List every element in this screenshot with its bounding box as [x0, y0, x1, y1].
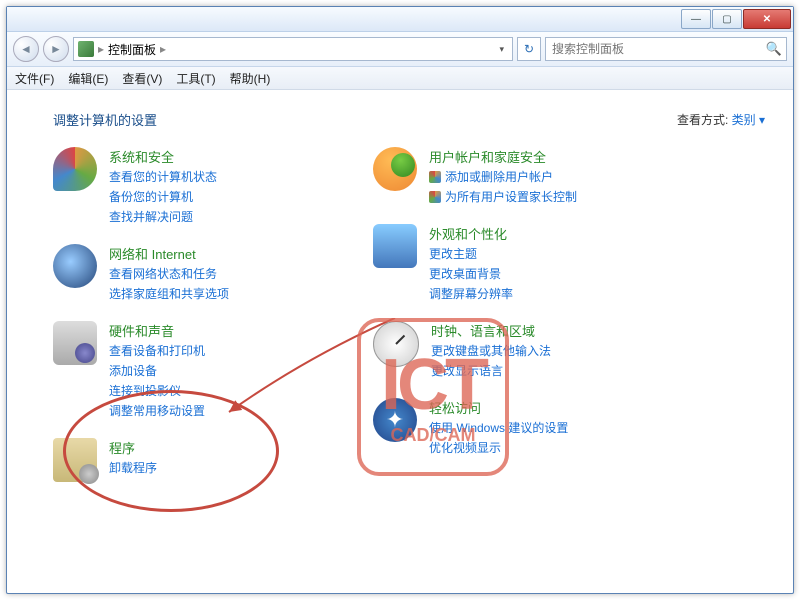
category-title-appearance[interactable]: 外观和个性化 [429, 224, 513, 243]
printer-icon [53, 321, 97, 365]
menu-edit[interactable]: 编辑(E) [68, 70, 108, 87]
category-hardware-sound: 硬件和声音 查看设备和打印机 添加设备 连接到投影仪 调整常用移动设置 [53, 321, 343, 420]
link-devices-printers[interactable]: 查看设备和打印机 [109, 342, 205, 360]
breadcrumb-sep-icon: ▸ [160, 42, 166, 56]
content-area: 调整计算机的设置 查看方式: 类别 ▾ 系统和安全 查看您的计算机状态 备份您的… [7, 90, 793, 593]
link-network-status[interactable]: 查看网络状态和任务 [109, 265, 229, 283]
viewmode-dropdown[interactable]: 类别 ▾ [732, 113, 765, 127]
close-button[interactable]: ✕ [743, 9, 791, 29]
back-button[interactable]: ◄ [13, 36, 39, 62]
refresh-button[interactable]: ↻ [517, 37, 541, 61]
menu-bar: 文件(F) 编辑(E) 查看(V) 工具(T) 帮助(H) [7, 67, 793, 90]
link-screen-resolution[interactable]: 调整屏幕分辨率 [429, 285, 513, 303]
link-parental-controls[interactable]: 为所有用户设置家长控制 [445, 188, 577, 206]
link-homegroup-sharing[interactable]: 选择家庭组和共享选项 [109, 285, 229, 303]
view-mode: 查看方式: 类别 ▾ [677, 111, 765, 128]
category-title-network[interactable]: 网络和 Internet [109, 244, 229, 263]
category-title-ease-of-access[interactable]: 轻松访问 [429, 398, 568, 417]
link-change-background[interactable]: 更改桌面背景 [429, 265, 513, 283]
control-panel-window: — ▢ ✕ ◄ ► ▸ 控制面板 ▸ ▾ ↻ 🔍 文件(F) 编辑(E) 查看(… [6, 6, 794, 594]
category-title-programs[interactable]: 程序 [109, 438, 157, 457]
link-change-theme[interactable]: 更改主题 [429, 245, 513, 263]
address-bar[interactable]: ▸ 控制面板 ▸ ▾ [73, 37, 513, 61]
category-title-clock-region[interactable]: 时钟、语言和区域 [431, 321, 551, 340]
link-recommended-settings[interactable]: 使用 Windows 建议的设置 [429, 419, 568, 437]
search-input[interactable] [550, 41, 766, 57]
viewmode-label: 查看方式: [677, 113, 728, 127]
link-optimize-display[interactable]: 优化视频显示 [429, 439, 568, 457]
page-title: 调整计算机的设置 [53, 110, 157, 129]
minimize-button[interactable]: — [681, 9, 711, 29]
globe-icon [53, 244, 97, 288]
breadcrumb-sep-icon: ▸ [98, 42, 104, 56]
ease-of-access-icon: ✦ [373, 398, 417, 442]
control-panel-icon [78, 41, 94, 57]
forward-button[interactable]: ► [43, 36, 69, 62]
link-change-keyboard[interactable]: 更改键盘或其他输入法 [431, 342, 551, 360]
box-icon [53, 438, 97, 482]
link-backup-computer[interactable]: 备份您的计算机 [109, 188, 217, 206]
maximize-button[interactable]: ▢ [712, 9, 742, 29]
navigation-bar: ◄ ► ▸ 控制面板 ▸ ▾ ↻ 🔍 [7, 32, 793, 67]
clock-icon [373, 321, 419, 367]
link-add-device[interactable]: 添加设备 [109, 362, 205, 380]
category-appearance: 外观和个性化 更改主题 更改桌面背景 调整屏幕分辨率 [373, 224, 765, 303]
menu-file[interactable]: 文件(F) [15, 70, 54, 87]
category-title-hardware-sound[interactable]: 硬件和声音 [109, 321, 205, 340]
menu-view[interactable]: 查看(V) [122, 70, 162, 87]
link-uninstall-program[interactable]: 卸载程序 [109, 459, 157, 477]
link-mobility-settings[interactable]: 调整常用移动设置 [109, 402, 205, 420]
link-change-language[interactable]: 更改显示语言 [431, 362, 551, 380]
link-add-remove-accounts[interactable]: 添加或删除用户帐户 [445, 168, 553, 186]
search-icon[interactable]: 🔍 [766, 41, 782, 57]
category-network: 网络和 Internet 查看网络状态和任务 选择家庭组和共享选项 [53, 244, 343, 303]
users-icon [373, 147, 417, 191]
category-programs: 程序 卸载程序 [53, 438, 343, 482]
link-view-computer-status[interactable]: 查看您的计算机状态 [109, 168, 217, 186]
category-title-system-security[interactable]: 系统和安全 [109, 147, 217, 166]
menu-tools[interactable]: 工具(T) [176, 70, 215, 87]
uac-shield-icon [429, 171, 441, 183]
link-connect-projector[interactable]: 连接到投影仪 [109, 382, 205, 400]
menu-help[interactable]: 帮助(H) [230, 70, 271, 87]
monitor-icon [373, 224, 417, 268]
category-column-right: 用户帐户和家庭安全 添加或删除用户帐户 为所有用户设置家长控制 [373, 147, 765, 482]
breadcrumb-item[interactable]: 控制面板 [108, 41, 156, 58]
category-system-security: 系统和安全 查看您的计算机状态 备份您的计算机 查找并解决问题 [53, 147, 343, 226]
uac-shield-icon [429, 191, 441, 203]
category-column-left: 系统和安全 查看您的计算机状态 备份您的计算机 查找并解决问题 网络和 Inte… [53, 147, 343, 482]
search-box[interactable]: 🔍 [545, 37, 787, 61]
address-dropdown-icon[interactable]: ▾ [495, 44, 508, 55]
category-user-accounts: 用户帐户和家庭安全 添加或删除用户帐户 为所有用户设置家长控制 [373, 147, 765, 206]
category-clock-region: 时钟、语言和区域 更改键盘或其他输入法 更改显示语言 [373, 321, 765, 380]
category-ease-of-access: ✦ 轻松访问 使用 Windows 建议的设置 优化视频显示 [373, 398, 765, 457]
category-title-user-accounts[interactable]: 用户帐户和家庭安全 [429, 147, 577, 166]
link-find-fix-problems[interactable]: 查找并解决问题 [109, 208, 217, 226]
titlebar: — ▢ ✕ [7, 7, 793, 32]
shield-icon [53, 147, 97, 191]
